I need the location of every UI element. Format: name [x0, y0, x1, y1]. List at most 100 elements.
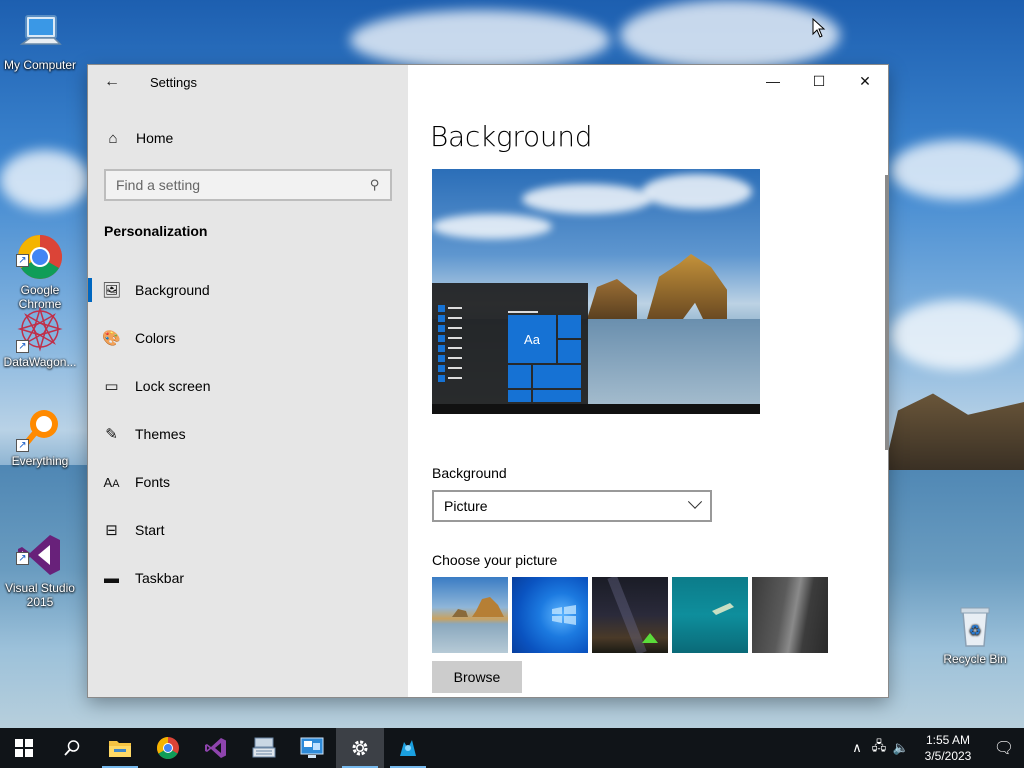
nav-home-label: Home	[136, 130, 174, 146]
visual-studio-icon	[205, 738, 226, 758]
taskbar-app-remote[interactable]	[288, 728, 336, 768]
chevron-down-icon	[687, 494, 703, 509]
nav-home[interactable]: ⌂ Home	[88, 121, 408, 155]
desktop-icon-recycle-bin[interactable]: ♻ Recycle Bin	[935, 602, 1015, 666]
window-title: Settings	[150, 75, 197, 90]
maximize-button[interactable]: ☐	[796, 65, 842, 97]
remote-desktop-icon	[300, 737, 324, 758]
nav-item-label: Colors	[135, 330, 176, 346]
content-scrollbar[interactable]	[885, 175, 888, 450]
shortcut-arrow-icon: ↗	[16, 552, 29, 565]
nav-item-label: Taskbar	[135, 570, 185, 586]
background-label: Background	[432, 465, 507, 481]
network-icon[interactable]: 🖧	[868, 737, 890, 759]
nav-item-background[interactable]: 🖼 Background	[88, 266, 408, 314]
window-controls: — ☐ ✕	[750, 65, 888, 97]
settings-content: — ☐ ✕ Background Aa Background Picture C…	[408, 65, 888, 697]
shortcut-arrow-icon: ↗	[16, 340, 29, 353]
picture-thumbnail-underwater[interactable]	[672, 577, 748, 653]
recycle-bin-icon: ♻	[951, 602, 999, 650]
preview-cloud	[642, 174, 752, 209]
close-button[interactable]: ✕	[842, 65, 888, 97]
start-menu-icon: ⊟	[105, 522, 118, 539]
preview-rock	[587, 279, 637, 319]
preview-tile	[533, 365, 581, 388]
picture-thumbnail-rock[interactable]	[752, 577, 828, 653]
back-arrow-icon: ←	[104, 73, 120, 90]
chrome-icon: ↗	[16, 219, 64, 279]
datawagon-icon: ↗	[16, 305, 64, 353]
svg-text:♻: ♻	[969, 623, 982, 639]
desktop-icon-my-computer[interactable]: My Computer	[0, 8, 80, 72]
back-button[interactable]: ←	[96, 69, 128, 95]
background-type-dropdown[interactable]: Picture	[432, 490, 712, 522]
nav-item-taskbar[interactable]: ▬ Taskbar	[88, 554, 408, 602]
minimize-button[interactable]: —	[750, 65, 796, 97]
personalization-nav: 🖼 Background 🎨 Colors ▭ Lock screen ✎ Th…	[88, 266, 408, 602]
nav-item-themes[interactable]: ✎ Themes	[88, 410, 408, 458]
everything-search-icon: ↗	[16, 404, 64, 452]
maximize-icon: ☐	[812, 72, 826, 89]
page-title: Background	[430, 120, 593, 153]
wallpaper-cloud	[890, 140, 1024, 200]
volume-icon[interactable]: 🔈	[890, 740, 912, 756]
nav-item-colors[interactable]: 🎨 Colors	[88, 314, 408, 362]
clock-date: 3/5/2023	[924, 749, 972, 763]
picture-icon: 🖼	[101, 282, 122, 299]
dropdown-value: Picture	[444, 498, 488, 514]
preview-app-list	[438, 303, 468, 383]
shortcut-arrow-icon: ↗	[16, 439, 29, 452]
picture-thumbnail-windows-blue[interactable]	[512, 577, 588, 653]
taskbar-clock[interactable]: 1:55 AM 3/5/2023	[912, 732, 984, 764]
start-button[interactable]	[0, 728, 48, 768]
taskbar: ∧ 🖧 🔈 1:55 AM 3/5/2023 🗨	[0, 728, 1024, 768]
search-icon	[64, 740, 80, 756]
palette-icon: 🎨	[102, 330, 121, 347]
preview-start-menu: Aa	[432, 283, 588, 404]
lock-screen-icon: ▭	[104, 378, 119, 395]
taskbar-chrome[interactable]	[144, 728, 192, 768]
nav-item-label: Start	[135, 522, 165, 538]
nav-item-label: Themes	[135, 426, 186, 442]
fonts-icon: AA	[103, 474, 120, 490]
close-icon: ✕	[859, 72, 871, 89]
search-icon[interactable]: ⚲	[370, 177, 380, 193]
settings-search[interactable]: ⚲	[104, 169, 392, 201]
desktop-icon-visual-studio[interactable]: ↗ Visual Studio 2015	[0, 503, 80, 623]
datawagon-app-icon	[400, 740, 416, 756]
picture-thumbnail-beach[interactable]	[432, 577, 508, 653]
preview-tile	[508, 390, 531, 402]
nav-item-label: Background	[135, 282, 210, 298]
desktop-icon-label: Visual Studio 2015	[5, 581, 75, 609]
taskbar-datawagon[interactable]	[384, 728, 432, 768]
taskbar-app-keyboard[interactable]	[240, 728, 288, 768]
wallpaper-rock	[884, 393, 1024, 470]
desktop-icon-datawagon[interactable]: ↗ DataWagon...	[0, 305, 80, 369]
desktop-icon-label: DataWagon...	[3, 355, 77, 369]
notifications-icon[interactable]: 🗨	[984, 738, 1024, 758]
visual-studio-icon: ↗	[16, 517, 64, 575]
wallpaper-cloud	[350, 10, 610, 70]
themes-brush-icon: ✎	[105, 426, 118, 443]
preview-cloud	[522, 184, 652, 214]
picture-thumbnails	[432, 577, 828, 653]
taskbar-settings[interactable]	[336, 728, 384, 768]
taskbar-search-button[interactable]	[48, 728, 96, 768]
taskbar-visual-studio[interactable]	[192, 728, 240, 768]
background-preview: Aa	[432, 169, 760, 414]
settings-sidebar: ← Settings ⌂ Home ⚲ Personalization 🖼 Ba…	[88, 65, 408, 697]
folder-icon	[109, 741, 131, 757]
chevron-up-icon[interactable]: ∧	[846, 740, 868, 756]
nav-item-start[interactable]: ⊟ Start	[88, 506, 408, 554]
nav-item-lock-screen[interactable]: ▭ Lock screen	[88, 362, 408, 410]
minimize-icon: —	[766, 73, 780, 89]
taskbar-file-explorer[interactable]	[96, 728, 144, 768]
preview-tile	[508, 365, 531, 388]
nav-item-fonts[interactable]: AA Fonts	[88, 458, 408, 506]
browse-button[interactable]: Browse	[432, 661, 522, 693]
desktop-icon-everything[interactable]: ↗ Everything	[0, 404, 80, 468]
desktop-icon-label: Everything	[11, 454, 69, 468]
desktop-icon-label: Recycle Bin	[943, 652, 1007, 666]
search-input[interactable]	[116, 177, 371, 193]
picture-thumbnail-night-tent[interactable]	[592, 577, 668, 653]
